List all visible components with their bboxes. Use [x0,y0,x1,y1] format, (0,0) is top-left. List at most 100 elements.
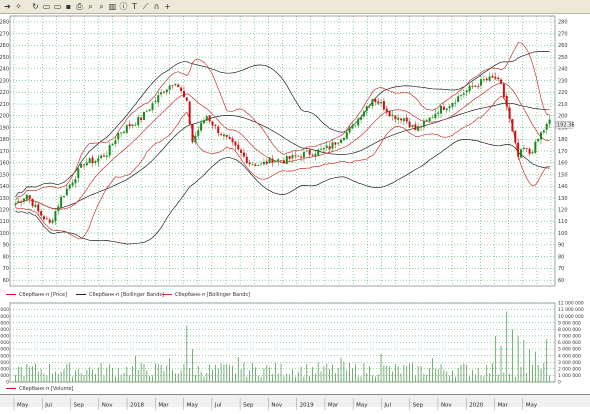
candle-body [177,84,180,88]
candle-body [282,160,285,164]
candle-body [285,156,288,164]
crosshair-icon[interactable]: + [163,2,172,11]
candle-body [340,139,343,143]
candle-body [20,201,23,203]
candle-body [51,220,54,223]
time-axis: May Jul Sep Nov 2018 Mar May Jul Sep Nov 2019 Mar Ma… [0,394,590,410]
legend-volume-label: Сбербанк-п [Volume] [19,386,74,392]
candle-body [491,76,494,78]
candle-body [368,105,371,107]
text-icon[interactable]: T [130,2,139,11]
candle-body [125,125,128,133]
candle-body [40,211,43,216]
candle-body [54,210,57,222]
candle-body [57,206,60,211]
candle-body [91,157,94,164]
candle-body [314,154,317,156]
candle-body [391,114,394,117]
price-axis-left-label: 60 [3,278,9,284]
volume-axis-right-label: 7 000 000 [558,334,581,340]
volume-chart[interactable]: 12 000 00011 000 00010 000 0009 000 0008… [0,300,590,386]
price-axis-right-label: 60 [558,278,564,284]
candle-body [471,86,474,87]
candle-body [122,131,125,133]
refresh-icon[interactable]: ↻ [31,2,40,11]
volume-legend: Сбербанк-п [Volume] [0,384,590,394]
price-axis-right-label: 240 [558,67,568,73]
candle-body [442,106,445,110]
candle-body [142,111,145,120]
candle-body [257,165,260,167]
line-tool-icon[interactable]: ⟋ [141,2,150,11]
candle-body [502,83,505,98]
price-axis-right-label: 130 [558,196,568,202]
candle-body [468,85,471,92]
candle-body [194,135,197,143]
volume-axis-right-label: 1 000 000 [558,373,581,379]
candle-body [302,152,305,158]
candle-body [222,134,225,137]
candle-body [334,142,337,145]
save-icon[interactable]: ▪ [64,2,73,11]
candle-body [288,156,291,159]
volume-axis-left-label: 1 000 000 [0,373,9,379]
volume-axis-left-label: 6 000 000 [0,340,9,346]
candle-body [168,85,171,90]
candle-body [462,93,465,95]
candle-body [254,164,257,166]
price-axis-right-label: 220 [558,90,568,96]
candle-body [71,182,74,186]
candle-body [182,90,185,98]
volume-axis-right-label: 2 000 000 [558,366,581,372]
candle-body [417,126,420,131]
candle-body [425,120,428,122]
candle-body [248,162,251,164]
candle-body [160,92,163,95]
candle-body [365,106,368,112]
legend-bb1: Сбербанк-п [Bollinger Bands] [76,292,164,298]
print-icon[interactable]: ⎙ [75,2,84,11]
price-chart-pane[interactable]: 280 280 270 270 260 260 250 250 240 240 230 230 220 2… [0,14,590,290]
candle-body [325,145,328,148]
candle-body [422,120,425,127]
price-axis-right-label: 120 [558,207,568,213]
volume-chart-pane[interactable]: 12 000 000 11 000 000 10 000 000 9 000 000 8… [0,300,590,386]
wand-icon[interactable]: ✧ [14,2,23,11]
candle-body [385,108,388,113]
candle-body [351,125,354,129]
volume-axis-right-label: 10 000 000 [558,314,584,320]
price-axis-right-label: 230 [558,78,568,84]
price-axis-left-label: 140 [0,184,9,190]
candle-body [360,117,363,120]
candle-body [220,134,223,136]
candle-body [208,115,211,122]
last-price-label: 192.36 [557,123,575,129]
candle-body [388,111,391,117]
candle-body [14,203,17,206]
candle-body [280,160,283,162]
window-icon[interactable]: ▭ [42,2,51,11]
zoom-icon[interactable]: ⌕ [97,2,106,11]
zoom-icon[interactable]: ⌕ [86,2,95,11]
legend-swatch [6,294,16,295]
chart-icon[interactable]: ▥ [108,2,117,11]
price-chart[interactable]: 280 280 270 270 260 260 250 250 240 240 230 230 220 2… [0,14,590,290]
candle-body [380,101,383,104]
info-icon[interactable]: ⓘ [119,2,128,11]
candle-body [131,124,134,127]
arrow-right-icon[interactable]: ➔ [3,2,12,11]
price-axis-right-label: 70 [558,266,564,272]
candle-body [322,148,325,150]
candle-body [545,123,548,130]
price-axis-right-label: 150 [558,172,568,178]
candle-body [260,163,263,165]
candle-body [225,134,228,137]
candle-body [197,130,200,136]
price-axis-right-label: 90 [558,243,564,249]
price-axis-left-label: 180 [0,137,9,143]
candle-body [540,132,543,140]
window-icon[interactable]: ▭ [53,2,62,11]
magnet-icon[interactable]: ∩ [152,2,161,11]
candle-body [77,168,80,179]
candle-body [517,142,520,157]
